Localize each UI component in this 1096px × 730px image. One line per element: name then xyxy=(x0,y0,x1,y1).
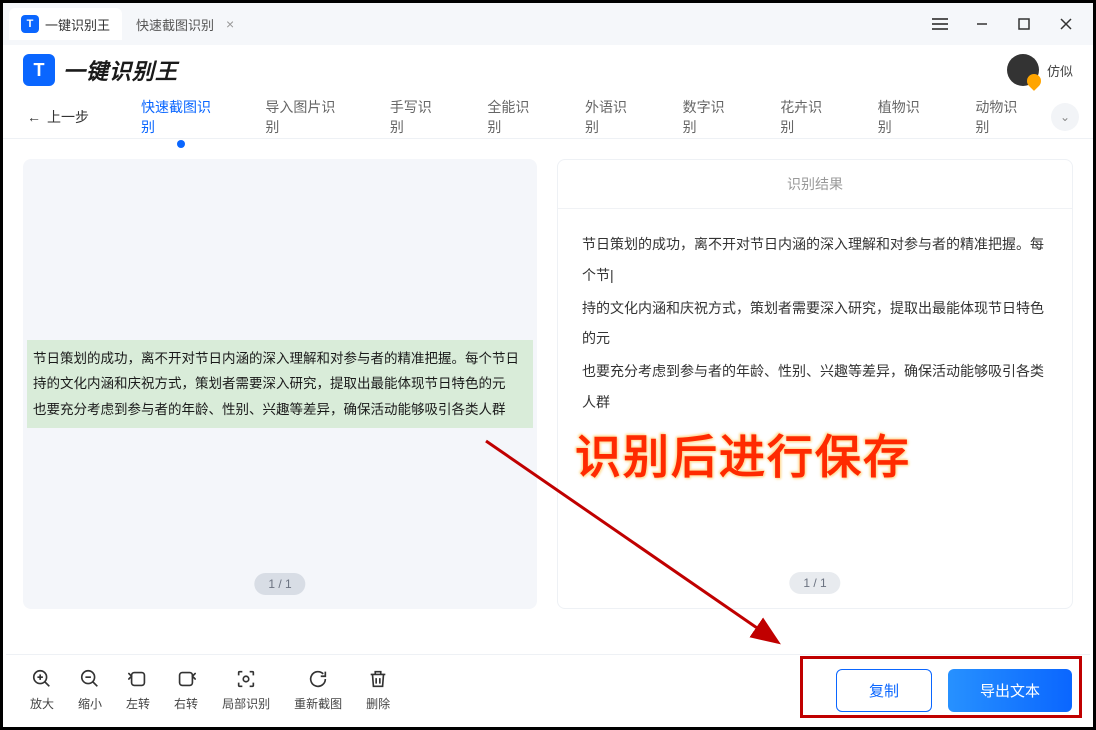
more-icon[interactable]: ⌄ xyxy=(1051,103,1079,131)
tool-label: 局部识别 xyxy=(222,695,270,712)
logo-icon: T xyxy=(23,54,55,86)
region-icon xyxy=(234,667,258,691)
preview-panel: 节日策划的成功，离不开对节日内涵的深入理解和对参与者的精准把握。每个节日 持的文… xyxy=(23,159,537,609)
action-area: 复制 导出文本 xyxy=(828,665,1080,716)
content: 节日策划的成功，离不开对节日内涵的深入理解和对参与者的精准把握。每个节日 持的文… xyxy=(3,139,1093,629)
nav-tab-number[interactable]: 数字识别 xyxy=(661,87,759,147)
nav-tab-allround[interactable]: 全能识别 xyxy=(465,87,563,147)
tools: 放大 缩小 左转 右转 局部识别 重新截图 删除 xyxy=(30,667,390,712)
nav-tabs: 快速截图识别 导入图片识别 手写识别 全能识别 外语识别 数字识别 花卉识别 植… xyxy=(119,87,1051,147)
export-button[interactable]: 导出文本 xyxy=(948,669,1072,712)
image-text: 节日策划的成功，离不开对节日内涵的深入理解和对参与者的精准把握。每个节日 持的文… xyxy=(27,340,533,429)
user-area[interactable]: 仿似 xyxy=(1007,54,1073,86)
preview-pager: 1 / 1 xyxy=(254,573,305,595)
tool-label: 重新截图 xyxy=(294,695,342,712)
zoom-in-button[interactable]: 放大 xyxy=(30,667,54,712)
result-header: 识别结果 xyxy=(558,160,1072,209)
result-body[interactable]: 节日策划的成功，离不开对节日内涵的深入理解和对参与者的精准把握。每个节| 持的文… xyxy=(558,209,1072,440)
window-controls xyxy=(919,7,1087,41)
result-panel: 识别结果 节日策划的成功，离不开对节日内涵的深入理解和对参与者的精准把握。每个节… xyxy=(557,159,1073,609)
result-line: 持的文化内涵和庆祝方式，策划者需要深入研究，提取出最能体现节日特色的元 xyxy=(582,293,1048,355)
zoom-in-icon xyxy=(30,667,54,691)
copy-button[interactable]: 复制 xyxy=(836,669,932,712)
brand-text: 一键识别王 xyxy=(63,54,178,86)
image-preview: 节日策划的成功，离不开对节日内涵的深入理解和对参与者的精准把握。每个节日 持的文… xyxy=(23,340,537,429)
rotate-right-icon xyxy=(174,667,198,691)
back-label: 上一步 xyxy=(47,107,89,127)
line: 节日策划的成功，离不开对节日内涵的深入理解和对参与者的精准把握。每个节日 xyxy=(33,346,527,372)
rotate-left-button[interactable]: 左转 xyxy=(126,667,150,712)
tool-label: 左转 xyxy=(126,695,150,712)
bottom-bar: 放大 缩小 左转 右转 局部识别 重新截图 删除 复制 导出文本 xyxy=(6,654,1090,724)
trash-icon xyxy=(366,667,390,691)
arrow-left-icon: ← xyxy=(27,109,41,125)
nav-tab-plant[interactable]: 植物识别 xyxy=(856,87,954,147)
line: 也要充分考虑到参与者的年龄、性别、兴趣等差异，确保活动能够吸引各类人群 xyxy=(33,397,527,423)
app-icon-small: T xyxy=(21,15,39,33)
nav-tab-animal[interactable]: 动物识别 xyxy=(953,87,1051,147)
tool-label: 缩小 xyxy=(78,695,102,712)
nav-tab-screenshot[interactable]: 快速截图识别 xyxy=(119,87,243,147)
zoom-out-button[interactable]: 缩小 xyxy=(78,667,102,712)
result-pager: 1 / 1 xyxy=(789,572,840,594)
rotate-right-button[interactable]: 右转 xyxy=(174,667,198,712)
back-button[interactable]: ← 上一步 xyxy=(17,107,99,127)
menu-icon[interactable] xyxy=(919,7,961,41)
nav-tab-import[interactable]: 导入图片识别 xyxy=(243,87,367,147)
close-window-icon[interactable] xyxy=(1045,7,1087,41)
close-icon[interactable]: × xyxy=(226,16,234,32)
recapture-button[interactable]: 重新截图 xyxy=(294,667,342,712)
result-line: 也要充分考虑到参与者的年龄、性别、兴趣等差异，确保活动能够吸引各类人群 xyxy=(582,356,1048,418)
tab-label: 快速截图识别 xyxy=(136,15,214,34)
nav-tab-flower[interactable]: 花卉识别 xyxy=(758,87,856,147)
nav-tab-foreign[interactable]: 外语识别 xyxy=(563,87,661,147)
tool-label: 放大 xyxy=(30,695,54,712)
zoom-out-icon xyxy=(78,667,102,691)
tab-main[interactable]: T 一键识别王 xyxy=(9,8,122,40)
delete-button[interactable]: 删除 xyxy=(366,667,390,712)
line: 持的文化内涵和庆祝方式，策划者需要深入研究，提取出最能体现节日特色的元 xyxy=(33,371,527,397)
refresh-icon xyxy=(306,667,330,691)
region-button[interactable]: 局部识别 xyxy=(222,667,270,712)
maximize-icon[interactable] xyxy=(1003,7,1045,41)
username: 仿似 xyxy=(1047,61,1073,80)
titlebar: T 一键识别王 快速截图识别 × xyxy=(3,3,1093,45)
minimize-icon[interactable] xyxy=(961,7,1003,41)
tab-screenshot[interactable]: 快速截图识别 × xyxy=(124,8,246,40)
tab-label: 一键识别王 xyxy=(45,15,110,34)
tool-label: 右转 xyxy=(174,695,198,712)
tool-label: 删除 xyxy=(366,695,390,712)
rotate-left-icon xyxy=(126,667,150,691)
avatar[interactable] xyxy=(1007,54,1039,86)
app-logo: T 一键识别王 xyxy=(23,54,178,86)
result-line: 节日策划的成功，离不开对节日内涵的深入理解和对参与者的精准把握。每个节| xyxy=(582,229,1048,291)
nav: ← 上一步 快速截图识别 导入图片识别 手写识别 全能识别 外语识别 数字识别 … xyxy=(3,95,1093,139)
nav-tab-handwrite[interactable]: 手写识别 xyxy=(368,87,466,147)
